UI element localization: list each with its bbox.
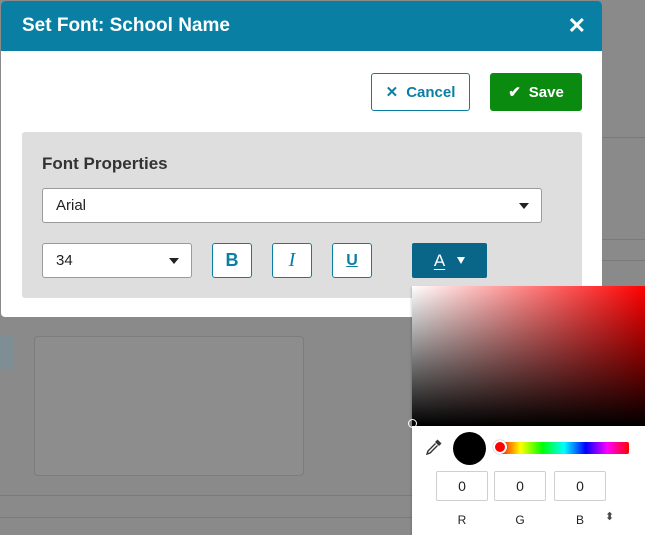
underline-button[interactable]: U	[332, 243, 372, 278]
caret-down-icon	[457, 257, 466, 264]
bg-divider	[602, 137, 645, 138]
save-label: Save	[528, 83, 564, 101]
color-mode-toggle-icon[interactable]: ⬍	[605, 512, 614, 523]
red-input[interactable]	[436, 471, 488, 501]
italic-button[interactable]: I	[272, 243, 312, 278]
font-color-button[interactable]: A	[412, 243, 487, 278]
eyedropper-icon[interactable]	[425, 438, 443, 456]
cancel-label: Cancel	[406, 83, 456, 101]
red-label: R	[457, 513, 467, 527]
hue-slider-handle[interactable]	[493, 440, 507, 454]
bg-content-box	[34, 336, 304, 476]
checkmark-icon: ✔	[508, 84, 521, 101]
chevron-down-icon	[169, 257, 179, 264]
set-font-dialog: Set Font: School Name ✕ ✕ Cancel ✔ Save …	[1, 1, 602, 317]
saturation-value-area[interactable]	[408, 286, 645, 428]
dialog-title: Set Font: School Name	[22, 15, 230, 36]
blue-input[interactable]	[554, 471, 606, 501]
current-color-swatch	[453, 432, 486, 465]
chevron-down-icon	[519, 202, 529, 209]
font-color-icon: A	[433, 250, 446, 270]
dialog-header: Set Font: School Name ✕	[1, 1, 602, 51]
cancel-button[interactable]: ✕ Cancel	[371, 73, 470, 111]
bg-divider	[602, 260, 645, 261]
saturation-handle[interactable]	[408, 419, 417, 428]
bg-divider	[602, 239, 645, 240]
panel-heading: Font Properties	[42, 154, 168, 173]
bg-divider	[0, 495, 412, 496]
x-icon: ✕	[385, 84, 399, 101]
hue-slider[interactable]	[493, 440, 629, 454]
bg-divider	[0, 517, 412, 518]
blue-label: B	[575, 513, 584, 527]
font-size-select[interactable]: 34	[42, 243, 192, 278]
green-input[interactable]	[494, 471, 546, 501]
save-button[interactable]: ✔ Save	[490, 73, 582, 111]
color-picker-popup: R G B ⬍	[408, 286, 645, 535]
bg-side-tab	[0, 336, 13, 370]
font-properties-panel: Font Properties Arial 34 B I U A	[22, 132, 582, 298]
green-label: G	[515, 513, 525, 527]
font-size-value: 34	[56, 252, 73, 269]
close-icon[interactable]: ✕	[568, 15, 586, 37]
bold-button[interactable]: B	[212, 243, 252, 278]
font-family-select[interactable]: Arial	[42, 188, 542, 223]
font-family-value: Arial	[56, 197, 87, 214]
